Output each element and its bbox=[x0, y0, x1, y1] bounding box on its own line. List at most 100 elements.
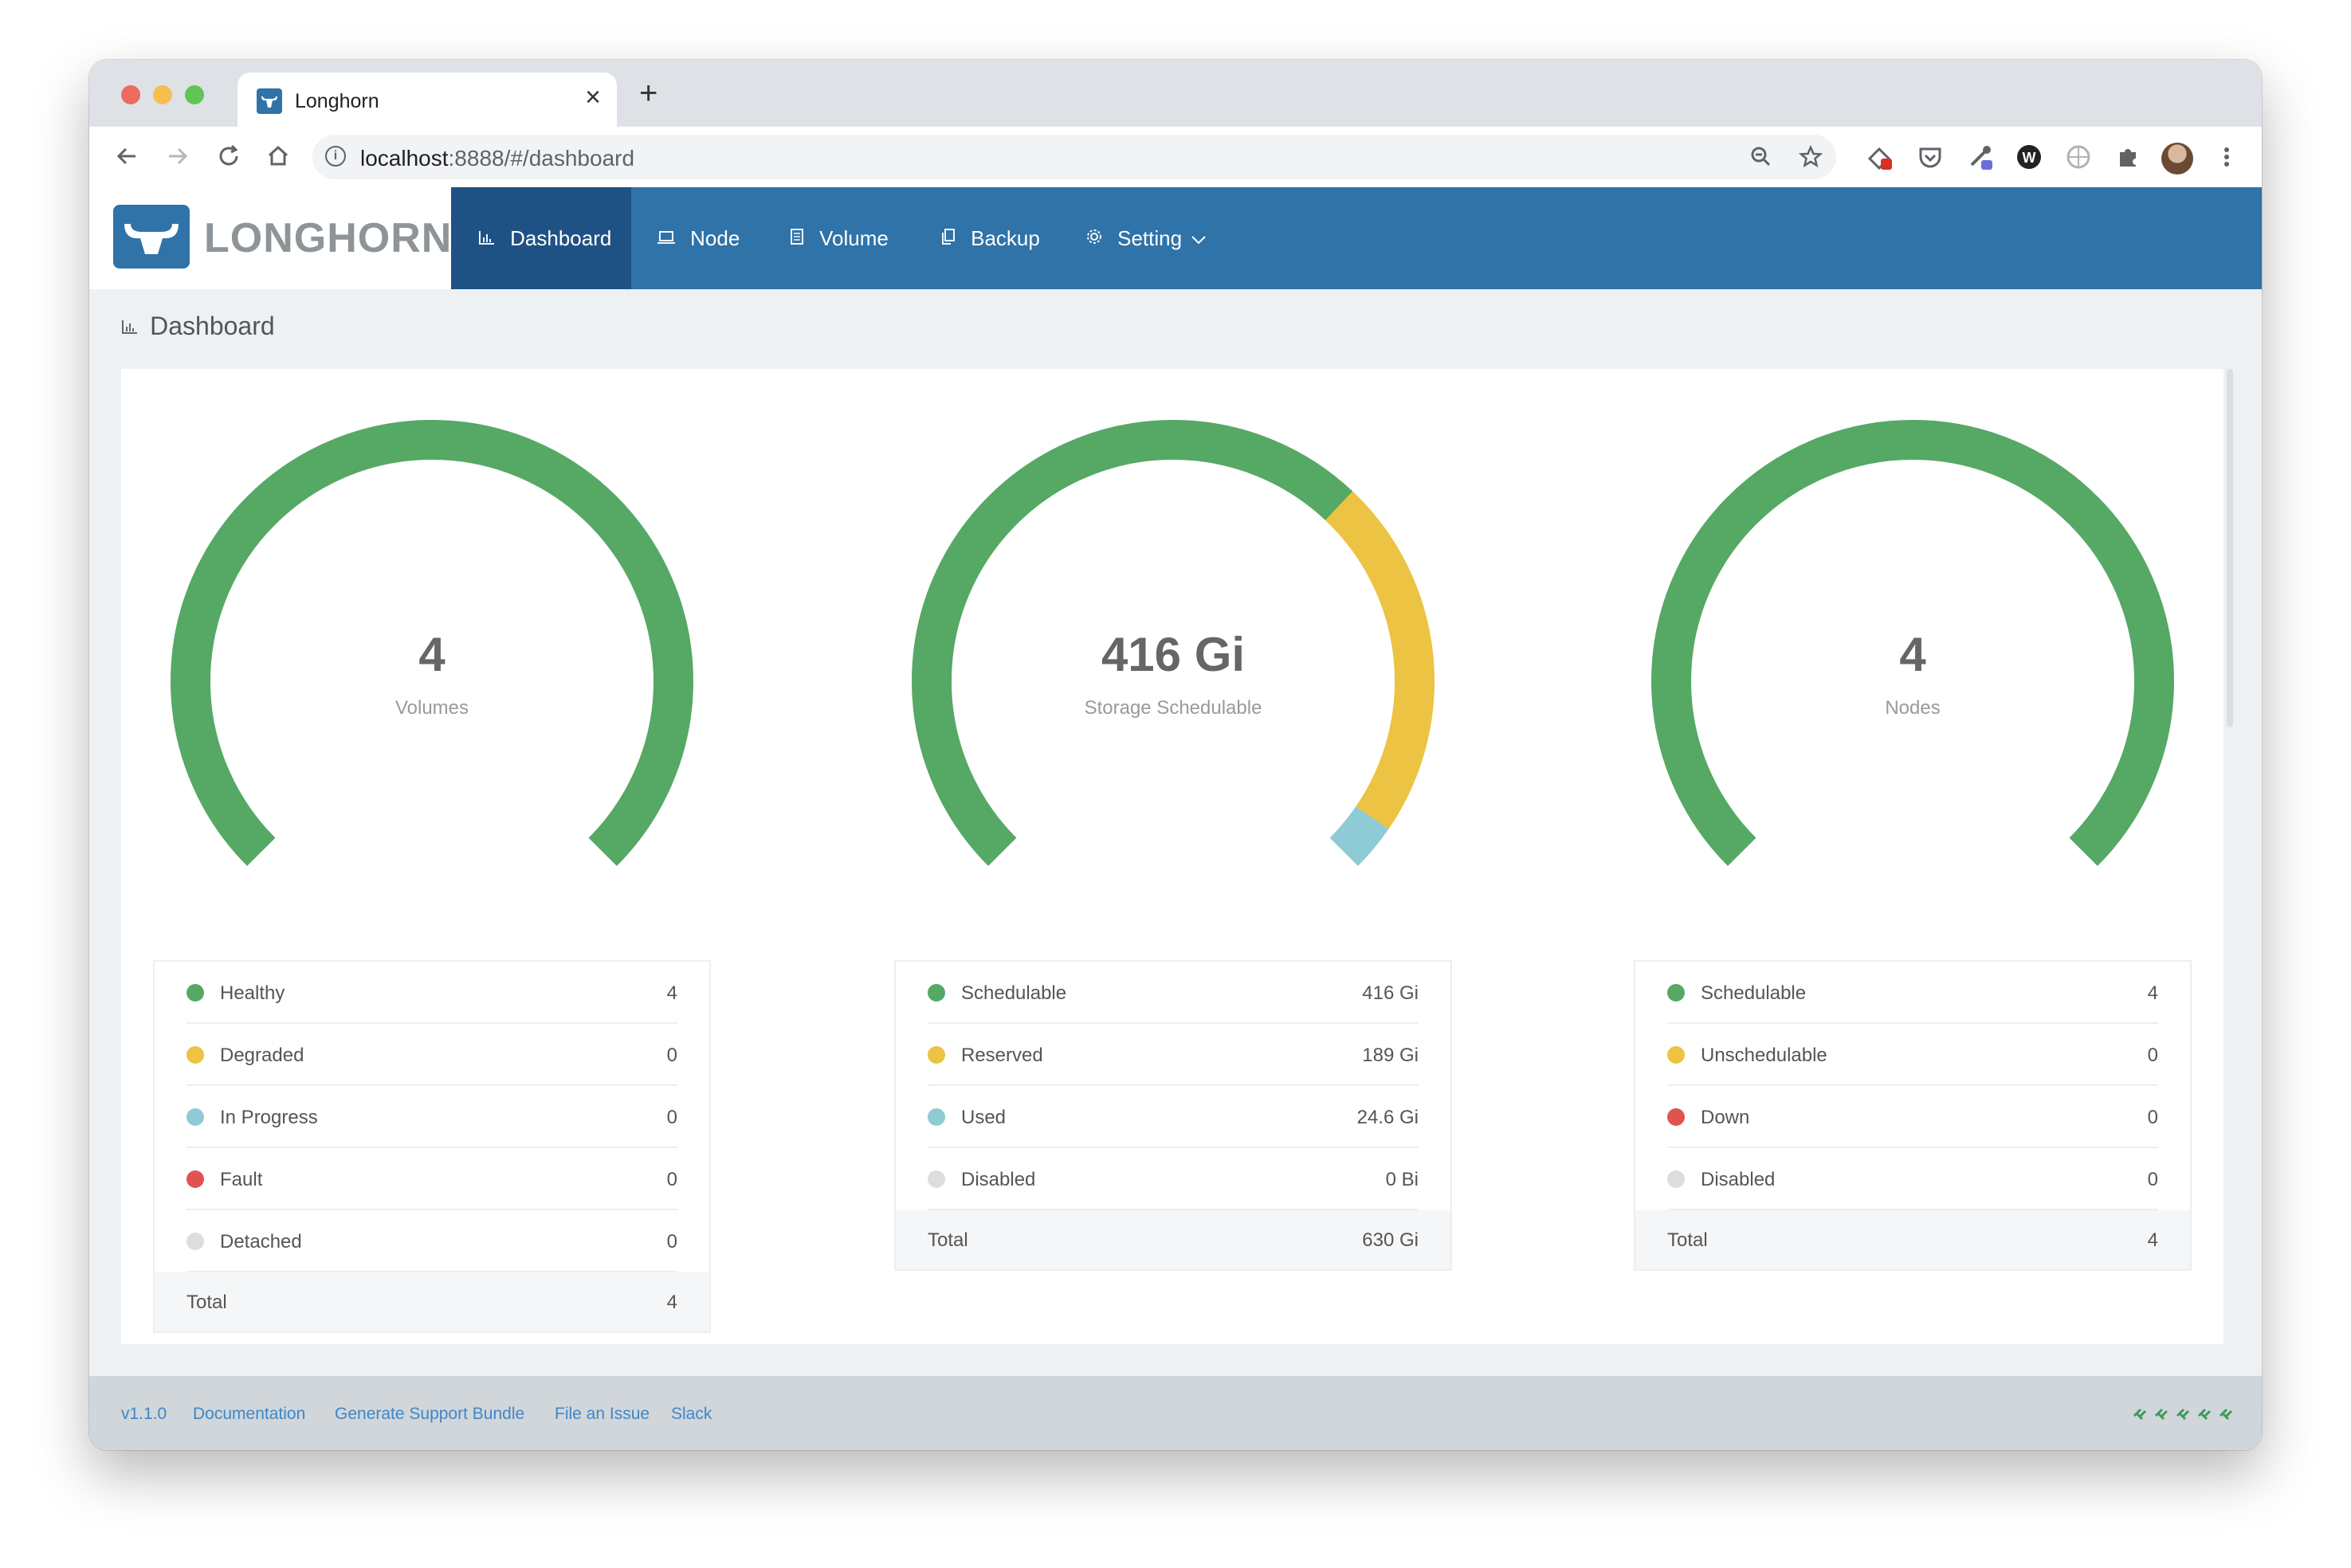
address-bar[interactable]: i localhost:8888/#/dashboard bbox=[312, 135, 1836, 179]
stat-value: 4 bbox=[666, 982, 677, 1004]
minimize-window-button[interactable] bbox=[153, 85, 172, 104]
browser-window: Longhorn × + i localhost:8888/#/dashboar… bbox=[89, 60, 2262, 1450]
stat-row-down[interactable]: Down 0 bbox=[1667, 1086, 2158, 1148]
stat-value: 0 Bi bbox=[1385, 1169, 1419, 1190]
nav-node-label: Node bbox=[690, 226, 740, 250]
status-dot bbox=[1667, 984, 1685, 1002]
pocket-icon[interactable] bbox=[1914, 141, 1946, 173]
stat-row-schedulable[interactable]: Schedulable 416 Gi bbox=[928, 962, 1419, 1024]
w-extension-icon[interactable]: W bbox=[2013, 141, 2045, 173]
total-label: Total bbox=[1667, 1229, 1708, 1251]
storage-gauge-label: Storage Schedulable bbox=[1084, 697, 1262, 719]
nodes-gauge-label: Nodes bbox=[1885, 697, 1941, 719]
stat-label: Down bbox=[1701, 1107, 1750, 1128]
scrollbar[interactable] bbox=[2227, 369, 2233, 727]
stat-label: Unschedulable bbox=[1701, 1045, 1827, 1066]
stat-row-detached[interactable]: Detached 0 bbox=[186, 1210, 677, 1272]
total-value: 4 bbox=[666, 1292, 677, 1313]
stat-row-fault[interactable]: Fault 0 bbox=[186, 1148, 677, 1210]
gear-icon bbox=[1085, 229, 1108, 249]
maximize-window-button[interactable] bbox=[185, 85, 204, 104]
reload-icon[interactable] bbox=[210, 138, 247, 174]
zoom-icon[interactable] bbox=[1745, 141, 1777, 173]
total-row: Total 630 Gi bbox=[896, 1210, 1450, 1269]
extension-alert-icon[interactable] bbox=[1863, 141, 1895, 173]
gauge-segment-used bbox=[1329, 806, 1389, 866]
app-header: LONGHORN Dashboard Node Volume Backup Se bbox=[89, 187, 2262, 289]
nav-setting-label: Setting bbox=[1117, 226, 1183, 250]
url-text[interactable]: localhost:8888/#/dashboard bbox=[360, 146, 634, 171]
stat-label: Detached bbox=[220, 1231, 302, 1252]
laptop-icon bbox=[657, 229, 681, 249]
tab-close-icon[interactable]: × bbox=[585, 84, 601, 111]
stat-row-degraded[interactable]: Degraded 0 bbox=[186, 1024, 677, 1086]
brand-name: LONGHORN bbox=[204, 215, 453, 261]
stat-row-disabled[interactable]: Disabled 0 Bi bbox=[928, 1148, 1419, 1210]
stat-label: Disabled bbox=[961, 1169, 1036, 1190]
total-row: Total 4 bbox=[1635, 1210, 2190, 1269]
footer-version-link[interactable]: v1.1.0 bbox=[121, 1405, 167, 1424]
back-icon[interactable] bbox=[108, 138, 145, 174]
chevron-down-icon bbox=[1185, 226, 1207, 250]
stat-value: 0 bbox=[666, 1045, 677, 1066]
status-dot bbox=[186, 1108, 204, 1126]
chart-icon bbox=[121, 319, 143, 339]
nav-volume[interactable]: Volume bbox=[789, 187, 889, 289]
browser-menu-icon[interactable] bbox=[2211, 141, 2243, 173]
browser-tab[interactable]: Longhorn × bbox=[237, 73, 617, 127]
stat-value: 24.6 Gi bbox=[1356, 1107, 1419, 1128]
footer-support-bundle-link[interactable]: Generate Support Bundle bbox=[335, 1405, 524, 1424]
stat-label: Disabled bbox=[1701, 1169, 1776, 1190]
volumes-stats: Healthy 4 Degraded 0 In Progress 0 Fault… bbox=[153, 960, 711, 1333]
status-dot bbox=[1667, 1046, 1685, 1064]
stat-row-reserved[interactable]: Reserved 189 Gi bbox=[928, 1024, 1419, 1086]
stat-label: Degraded bbox=[220, 1045, 304, 1066]
eyedropper-extension-icon[interactable] bbox=[1964, 141, 1996, 173]
page-title-text: Dashboard bbox=[150, 312, 275, 340]
total-value: 630 Gi bbox=[1362, 1229, 1419, 1251]
new-tab-button[interactable]: + bbox=[639, 77, 657, 109]
nav-backup[interactable]: Backup bbox=[940, 187, 1040, 289]
home-icon[interactable] bbox=[260, 138, 296, 174]
footer-slack-link[interactable]: Slack bbox=[671, 1405, 712, 1424]
forward-icon[interactable] bbox=[159, 138, 196, 174]
stat-row-disabled[interactable]: Disabled 0 bbox=[1667, 1148, 2158, 1210]
site-info-icon[interactable]: i bbox=[325, 146, 346, 167]
copy-icon bbox=[940, 229, 961, 249]
stat-value: 4 bbox=[2147, 982, 2158, 1004]
extensions-puzzle-icon[interactable] bbox=[2112, 141, 2144, 173]
stat-row-used[interactable]: Used 24.6 Gi bbox=[928, 1086, 1419, 1148]
chart-icon bbox=[478, 229, 500, 249]
status-dot bbox=[1667, 1170, 1685, 1188]
status-dot bbox=[186, 1046, 204, 1064]
profile-avatar[interactable] bbox=[2161, 143, 2193, 174]
stat-value: 0 bbox=[666, 1231, 677, 1252]
browser-toolbar: i localhost:8888/#/dashboard W bbox=[89, 127, 2262, 188]
tab-title: Longhorn bbox=[295, 90, 379, 112]
brand[interactable]: LONGHORN bbox=[89, 187, 451, 289]
stat-value: 0 bbox=[666, 1107, 677, 1128]
storage-gauge-value: 416 Gi bbox=[1101, 628, 1246, 681]
nav-setting[interactable]: Setting bbox=[1085, 187, 1207, 289]
nav-node[interactable]: Node bbox=[657, 187, 740, 289]
stat-row-unschedulable[interactable]: Unschedulable 0 bbox=[1667, 1024, 2158, 1086]
stat-row-in-progress[interactable]: In Progress 0 bbox=[186, 1086, 677, 1148]
stat-row-healthy[interactable]: Healthy 4 bbox=[186, 962, 677, 1024]
status-dot bbox=[1667, 1108, 1685, 1126]
status-dot bbox=[928, 984, 945, 1002]
stat-value: 189 Gi bbox=[1362, 1045, 1419, 1066]
bookmark-star-icon[interactable] bbox=[1795, 141, 1827, 173]
footer-documentation-link[interactable]: Documentation bbox=[193, 1405, 305, 1424]
stat-row-schedulable[interactable]: Schedulable 4 bbox=[1667, 962, 2158, 1024]
volumes-gauge-label: Volumes bbox=[394, 697, 469, 719]
close-window-button[interactable] bbox=[121, 85, 140, 104]
status-dot bbox=[928, 1108, 945, 1126]
longhorn-favicon-icon bbox=[257, 88, 282, 114]
footer-file-issue-link[interactable]: File an Issue bbox=[555, 1405, 650, 1424]
status-dot bbox=[186, 984, 204, 1002]
nav-dashboard[interactable]: Dashboard bbox=[451, 187, 631, 289]
stat-label: Schedulable bbox=[1701, 982, 1807, 1004]
tab-strip: Longhorn × + bbox=[89, 60, 2262, 127]
svg-text:W: W bbox=[2023, 150, 2036, 166]
globe-extension-icon[interactable] bbox=[2063, 141, 2094, 173]
